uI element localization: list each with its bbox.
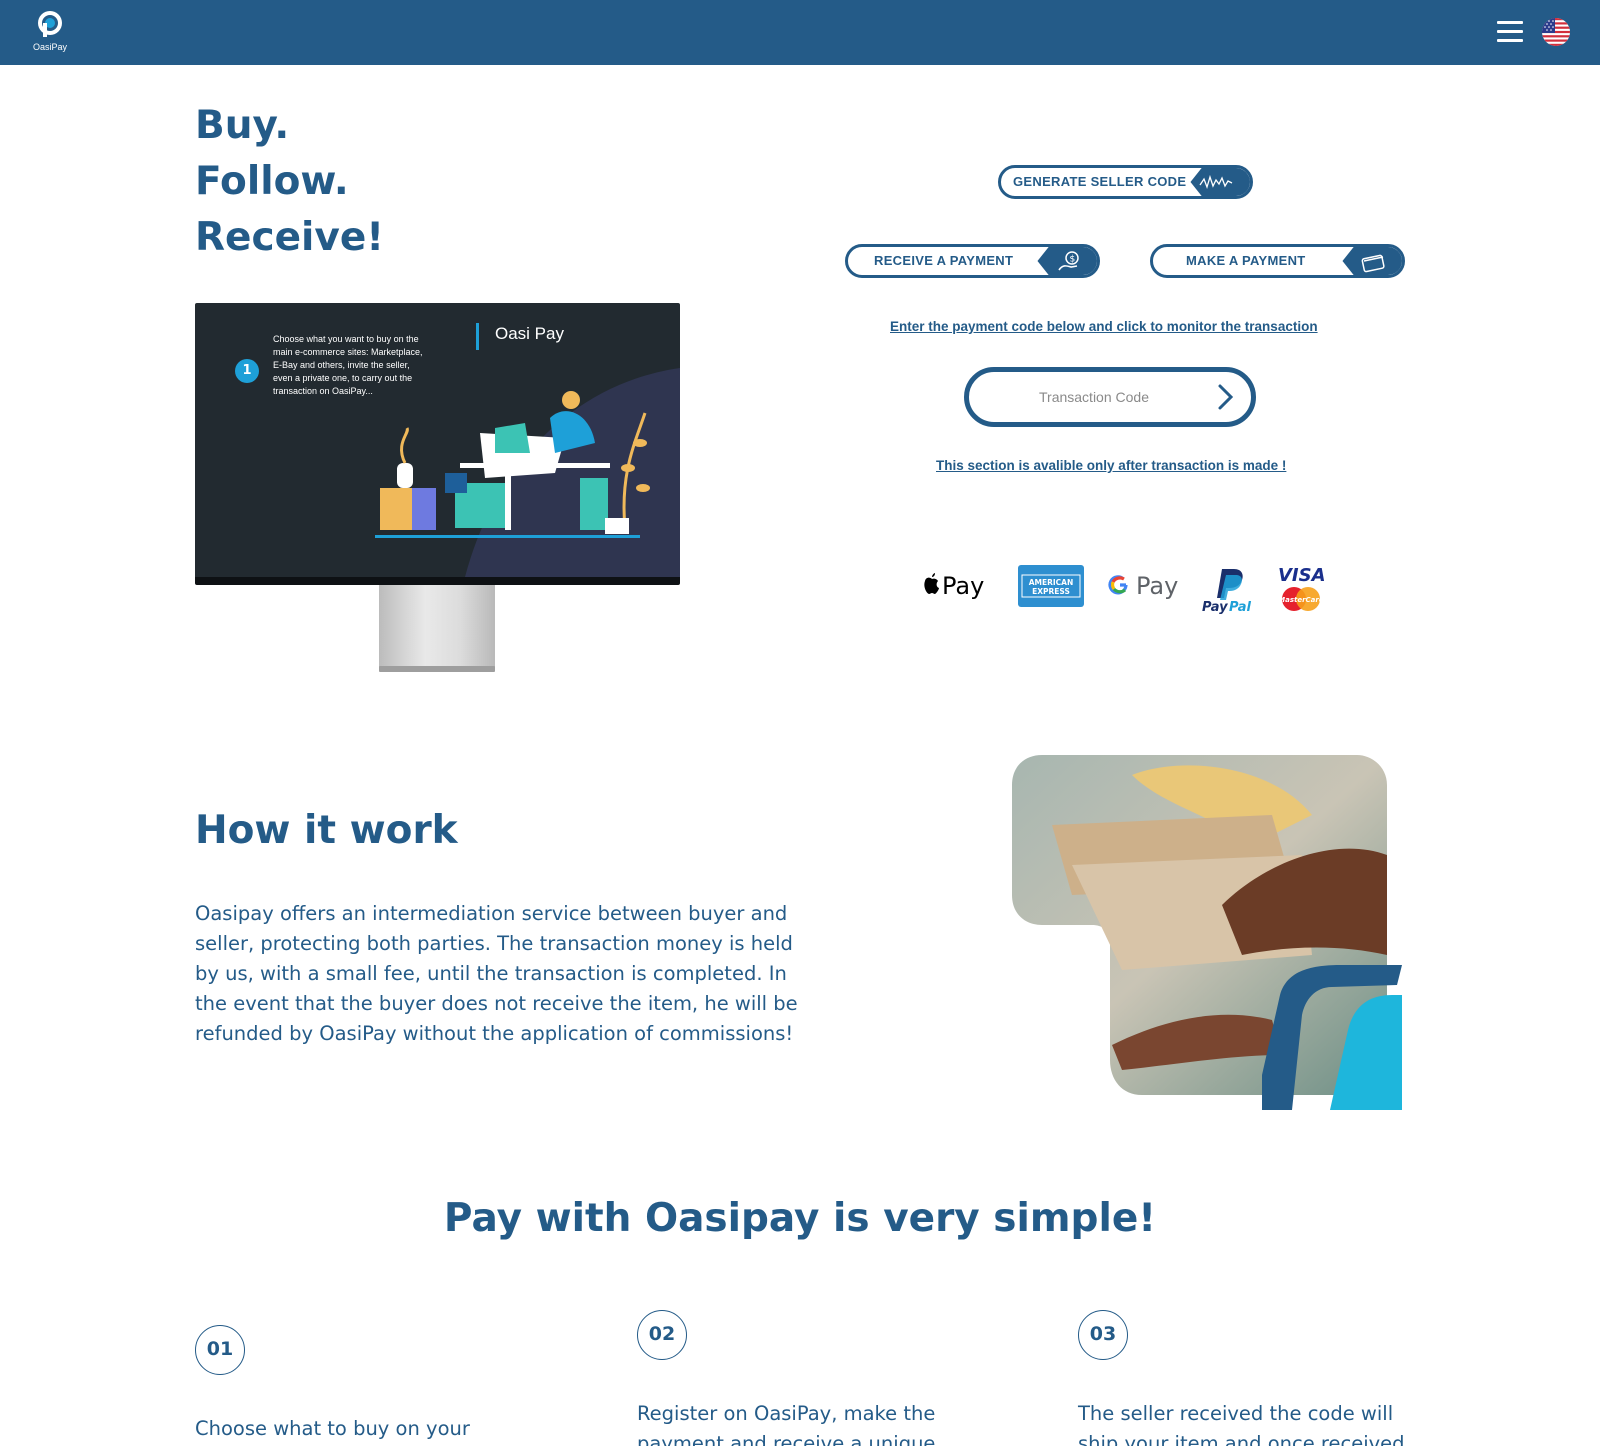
hero-line-buy: Buy. xyxy=(195,103,290,148)
receive-payment-button[interactable]: RECEIVE A PAYMENT $ xyxy=(845,244,1100,278)
package-handover-image xyxy=(1012,755,1402,1115)
signature-icon xyxy=(1190,168,1250,196)
monitor-screen: 1 Choose what you want to buy on the mai… xyxy=(195,303,680,585)
transaction-code-input[interactable] xyxy=(989,384,1199,410)
receive-payment-label: RECEIVE A PAYMENT xyxy=(874,253,1014,268)
step-number-3: 03 xyxy=(1078,1310,1128,1360)
monitor-stand xyxy=(379,585,495,669)
make-payment-label: MAKE A PAYMENT xyxy=(1186,253,1306,268)
oasipay-logo[interactable]: OasiPay xyxy=(30,10,70,52)
step-text-3: The seller received the code will ship y… xyxy=(1078,1402,1405,1446)
chevron-right-icon[interactable] xyxy=(1209,381,1241,413)
us-flag-icon[interactable] xyxy=(1542,18,1570,46)
monitor-transaction-hint[interactable]: Enter the payment code below and click t… xyxy=(890,319,1318,334)
hero-line-receive: Receive! xyxy=(195,215,385,260)
svg-text:VISA: VISA xyxy=(1278,565,1326,586)
visa-mastercard-icon: VISA MasterCard xyxy=(1278,565,1326,611)
workspace-illustration xyxy=(375,368,680,577)
make-payment-button[interactable]: MAKE A PAYMENT xyxy=(1150,244,1405,278)
american-express-icon: AMERICAN EXPRESS xyxy=(1018,565,1084,607)
svg-text:Pal: Pal xyxy=(1229,600,1251,615)
generate-seller-code-label: GENERATE SELLER CODE xyxy=(1013,174,1187,189)
svg-text:EXPRESS: EXPRESS xyxy=(1032,587,1070,596)
top-navigation-bar: OasiPay xyxy=(0,0,1600,65)
hamburger-menu-icon[interactable] xyxy=(1497,21,1523,43)
svg-text:$: $ xyxy=(1070,255,1076,265)
section-availability-note: This section is avalible only after tran… xyxy=(936,458,1287,473)
credit-card-icon xyxy=(1342,247,1402,275)
svg-text:AMERICAN: AMERICAN xyxy=(1029,578,1074,587)
step-text-2: Register on OasiPay, make the payment an… xyxy=(637,1402,936,1446)
svg-text:MasterCard: MasterCard xyxy=(1278,596,1325,604)
paypal-icon: Pay Pal xyxy=(1202,569,1251,615)
monitor-stand-base xyxy=(379,666,495,672)
apple-pay-icon: Pay xyxy=(924,572,984,600)
logo-label: OasiPay xyxy=(32,42,67,52)
svg-text:Pay: Pay xyxy=(942,572,984,600)
how-it-works-text: Oasipay offers an intermediation service… xyxy=(195,902,798,1045)
generate-seller-code-button[interactable]: GENERATE SELLER CODE xyxy=(998,165,1253,199)
step-number-1: 01 xyxy=(195,1325,245,1375)
step-number-2: 02 xyxy=(637,1310,687,1360)
google-pay-icon: Pay xyxy=(1108,572,1178,600)
hero-line-follow: Follow. xyxy=(195,159,349,204)
hand-coin-icon: $ xyxy=(1037,247,1097,275)
transaction-code-field[interactable] xyxy=(964,367,1256,427)
svg-text:Pay: Pay xyxy=(1136,572,1178,600)
how-it-works-title: How it work xyxy=(195,808,458,853)
monitor-illustration: 1 Choose what you want to buy on the mai… xyxy=(195,303,680,675)
hero-title: Buy. Follow. Receive! xyxy=(195,98,384,266)
step-text-1: Choose what to buy on your xyxy=(195,1417,470,1440)
svg-text:Pay: Pay xyxy=(1202,600,1228,615)
simple-section-title: Pay with Oasipay is very simple! xyxy=(443,1196,1157,1241)
logo-icon xyxy=(38,11,62,37)
